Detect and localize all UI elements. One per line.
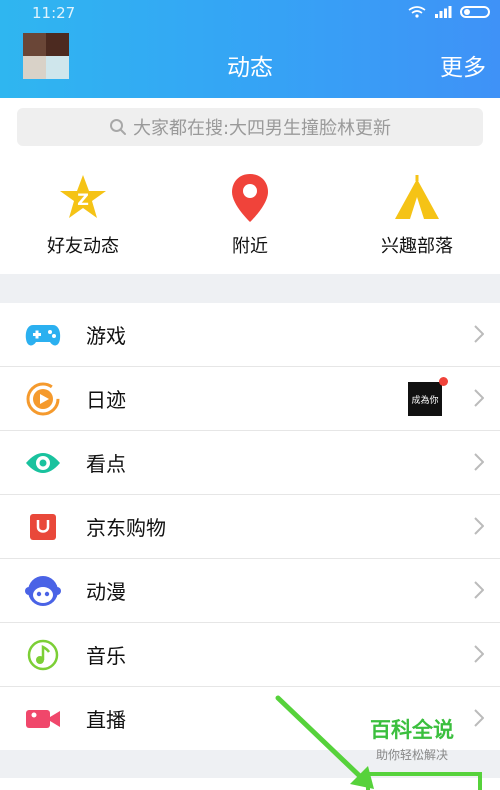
watermark-title: 百科全说	[370, 718, 454, 742]
svg-text:Z: Z	[77, 190, 89, 209]
list-item-label: 音乐	[86, 644, 126, 668]
wifi-icon	[408, 6, 426, 18]
chevron-right-icon	[474, 645, 484, 663]
chevron-right-icon	[474, 517, 484, 535]
quick-action-label: 兴趣部落	[381, 236, 453, 257]
list-item-label: 游戏	[86, 324, 126, 348]
list-item-label: 日迹	[86, 388, 126, 412]
list-item-anime[interactable]: 动漫	[0, 559, 500, 623]
list-item-game[interactable]: 游戏	[0, 303, 500, 367]
chevron-right-icon	[474, 325, 484, 343]
chevron-right-icon	[474, 453, 484, 471]
battery-icon	[460, 6, 490, 18]
search-section: 大家都在搜:大四男生撞脸林更新	[0, 98, 500, 158]
list-item-label: 看点	[86, 452, 126, 476]
list-item-label: 动漫	[86, 580, 126, 604]
chevron-right-icon	[474, 709, 484, 727]
quick-action-interest-tribe[interactable]: 兴趣部落	[352, 170, 482, 258]
list-item-jd-shopping[interactable]: 京东购物	[0, 495, 500, 559]
music-note-icon	[27, 639, 59, 670]
chevron-right-icon	[474, 581, 484, 599]
quick-action-label: 附近	[232, 236, 268, 257]
signal-icon	[435, 6, 452, 18]
search-placeholder: 大家都在搜:大四男生撞脸林更新	[132, 118, 392, 139]
star-badge-icon: Z	[60, 175, 106, 218]
list-item-kandian[interactable]: 看点	[0, 431, 500, 495]
search-icon	[109, 119, 126, 135]
preview-thumbnail: 成為你	[408, 382, 442, 416]
list-item-daily-trace[interactable]: 日迹 成為你	[0, 367, 500, 431]
eye-icon	[26, 452, 60, 473]
more-button[interactable]: 更多	[440, 48, 486, 82]
list-item-label: 京东购物	[86, 516, 166, 540]
chevron-right-icon	[474, 389, 484, 407]
list-item-label: 直播	[86, 708, 126, 732]
notification-badge	[439, 377, 448, 386]
feature-list: 游戏 日迹 成為你 看点 京东购物 动漫 音乐 直播	[0, 303, 500, 750]
status-icons	[408, 6, 490, 18]
list-item-music[interactable]: 音乐	[0, 623, 500, 687]
anime-face-icon	[25, 575, 61, 606]
video-camera-icon	[26, 709, 60, 728]
tent-icon	[395, 175, 439, 219]
highlight-box	[366, 772, 482, 790]
watermark-subtitle: 助你轻松解决	[375, 748, 448, 762]
search-bar[interactable]: 大家都在搜:大四男生撞脸林更新	[17, 108, 483, 146]
quick-actions: Z 好友动态 附近 兴趣部落	[0, 158, 500, 274]
app-header: 11:27 动态 更多	[0, 0, 500, 98]
shopping-bag-icon	[30, 513, 56, 540]
quick-action-friends-feed[interactable]: Z 好友动态	[18, 170, 148, 258]
location-pin-icon	[232, 174, 268, 222]
quick-action-nearby[interactable]: 附近	[185, 170, 315, 258]
quick-action-label: 好友动态	[47, 236, 119, 257]
page-title: 动态	[227, 55, 273, 81]
play-circle-icon	[26, 382, 60, 415]
status-time: 11:27	[32, 4, 76, 22]
gamepad-icon	[25, 324, 61, 345]
watermark: 百科全说 助你轻松解决	[362, 714, 462, 763]
